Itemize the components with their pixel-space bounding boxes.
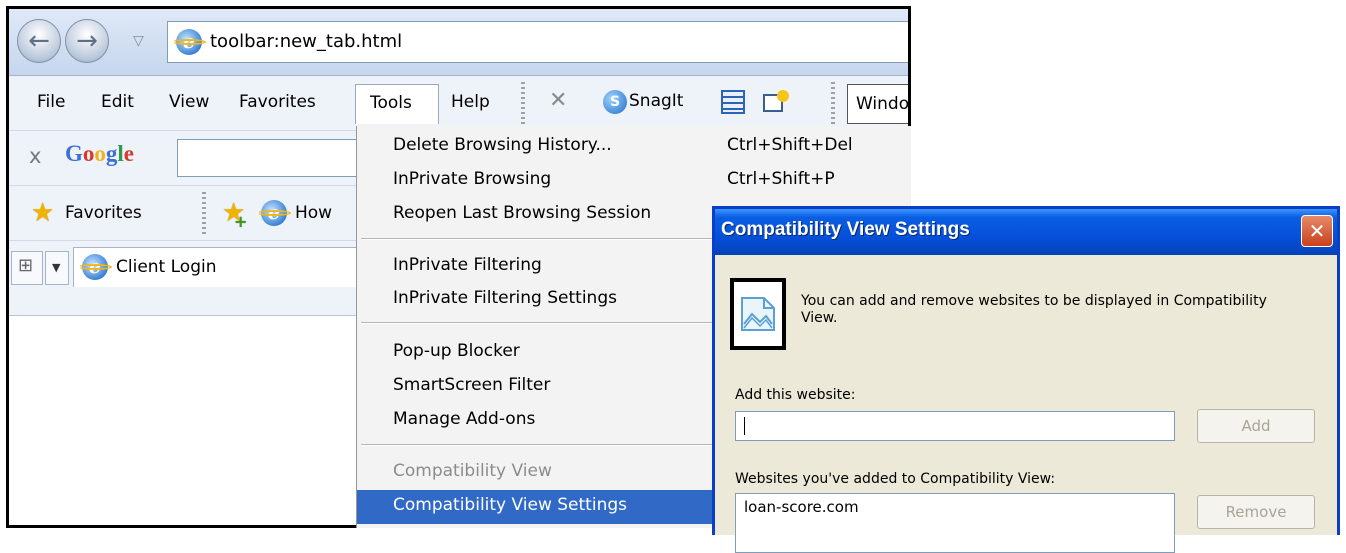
forward-icon: →	[76, 26, 98, 56]
ie-icon: e	[172, 29, 206, 55]
dialog-title: Compatibility View Settings	[721, 219, 970, 240]
menu-tools[interactable]: Tools	[355, 84, 439, 124]
remove-button[interactable]: Remove	[1197, 495, 1315, 529]
forward-button[interactable]: →	[65, 19, 109, 63]
menu-item-inprivate-browsing[interactable]: InPrivate Browsing Ctrl+Shift+P	[357, 164, 911, 196]
star-icon[interactable]: ★	[31, 198, 54, 228]
history-dropdown-icon[interactable]: ▽	[133, 33, 144, 49]
toolbar-separator	[831, 82, 835, 124]
address-row: ← → ▽ e toolbar:new_tab.html	[9, 9, 908, 76]
add-website-input[interactable]	[735, 411, 1175, 441]
menu-favorites[interactable]: Favorites	[239, 92, 316, 112]
tab-client-login[interactable]: e Client Login	[73, 247, 373, 287]
compatibility-view-icon	[730, 278, 786, 350]
added-websites-list[interactable]: loan-score.com	[735, 493, 1175, 553]
google-logo: Google	[65, 141, 134, 166]
snagit-icon[interactable]: S	[603, 90, 627, 114]
menu-view[interactable]: View	[169, 92, 209, 112]
compatibility-view-dialog: Compatibility View Settings ✕ You can ad…	[712, 206, 1340, 553]
tab-list-button[interactable]: ▼	[45, 251, 69, 285]
dialog-close-button[interactable]: ✕	[1301, 215, 1333, 247]
menu-bar: File Edit View Favorites Tools Help ✕ S …	[9, 76, 910, 131]
google-search-input[interactable]	[177, 139, 367, 177]
ie-icon: e	[257, 200, 291, 226]
menu-edit[interactable]: Edit	[101, 92, 134, 112]
capture-image-icon[interactable]	[763, 90, 789, 114]
close-icon[interactable]: ✕	[549, 88, 567, 113]
snagit-button-label[interactable]: SnagIt	[629, 91, 683, 111]
menu-tools-label: Tools	[370, 93, 412, 113]
capture-window-icon[interactable]	[721, 90, 745, 114]
list-item[interactable]: loan-score.com	[744, 498, 859, 516]
window-selector-text: Windo	[856, 94, 910, 114]
text-caret	[744, 417, 745, 435]
favorite-link-how[interactable]: How	[295, 203, 332, 223]
toolbar-separator	[521, 82, 525, 124]
add-button[interactable]: Add	[1197, 409, 1315, 443]
quick-tabs-button[interactable]: ⊞	[11, 251, 43, 285]
add-favorite-icon[interactable]: ★ +	[222, 198, 247, 231]
back-button[interactable]: ←	[17, 19, 61, 63]
menu-help[interactable]: Help	[451, 92, 490, 112]
address-text: toolbar:new_tab.html	[210, 31, 403, 52]
address-bar[interactable]: e toolbar:new_tab.html	[167, 21, 908, 63]
add-website-label: Add this website:	[735, 387, 856, 403]
close-icon[interactable]: x	[29, 144, 41, 168]
dialog-description: You can add and remove websites to be di…	[801, 293, 1267, 326]
quick-tabs-icon: ⊞	[18, 255, 34, 276]
toolbar-separator	[202, 192, 206, 234]
dialog-title-bar[interactable]: Compatibility View Settings ✕	[715, 209, 1337, 255]
menu-file[interactable]: File	[37, 92, 65, 112]
chevron-down-icon: ▼	[52, 261, 61, 274]
menu-item-delete-browsing-history[interactable]: Delete Browsing History... Ctrl+Shift+De…	[357, 130, 911, 162]
favorites-button[interactable]: Favorites	[65, 203, 142, 223]
back-icon: ←	[28, 26, 50, 56]
window-selector[interactable]: Windo	[847, 84, 910, 124]
close-icon: ✕	[1308, 219, 1326, 243]
added-websites-label: Websites you've added to Compatibility V…	[735, 471, 1056, 487]
tab-label: Client Login	[116, 257, 217, 277]
ie-icon: e	[78, 254, 112, 280]
